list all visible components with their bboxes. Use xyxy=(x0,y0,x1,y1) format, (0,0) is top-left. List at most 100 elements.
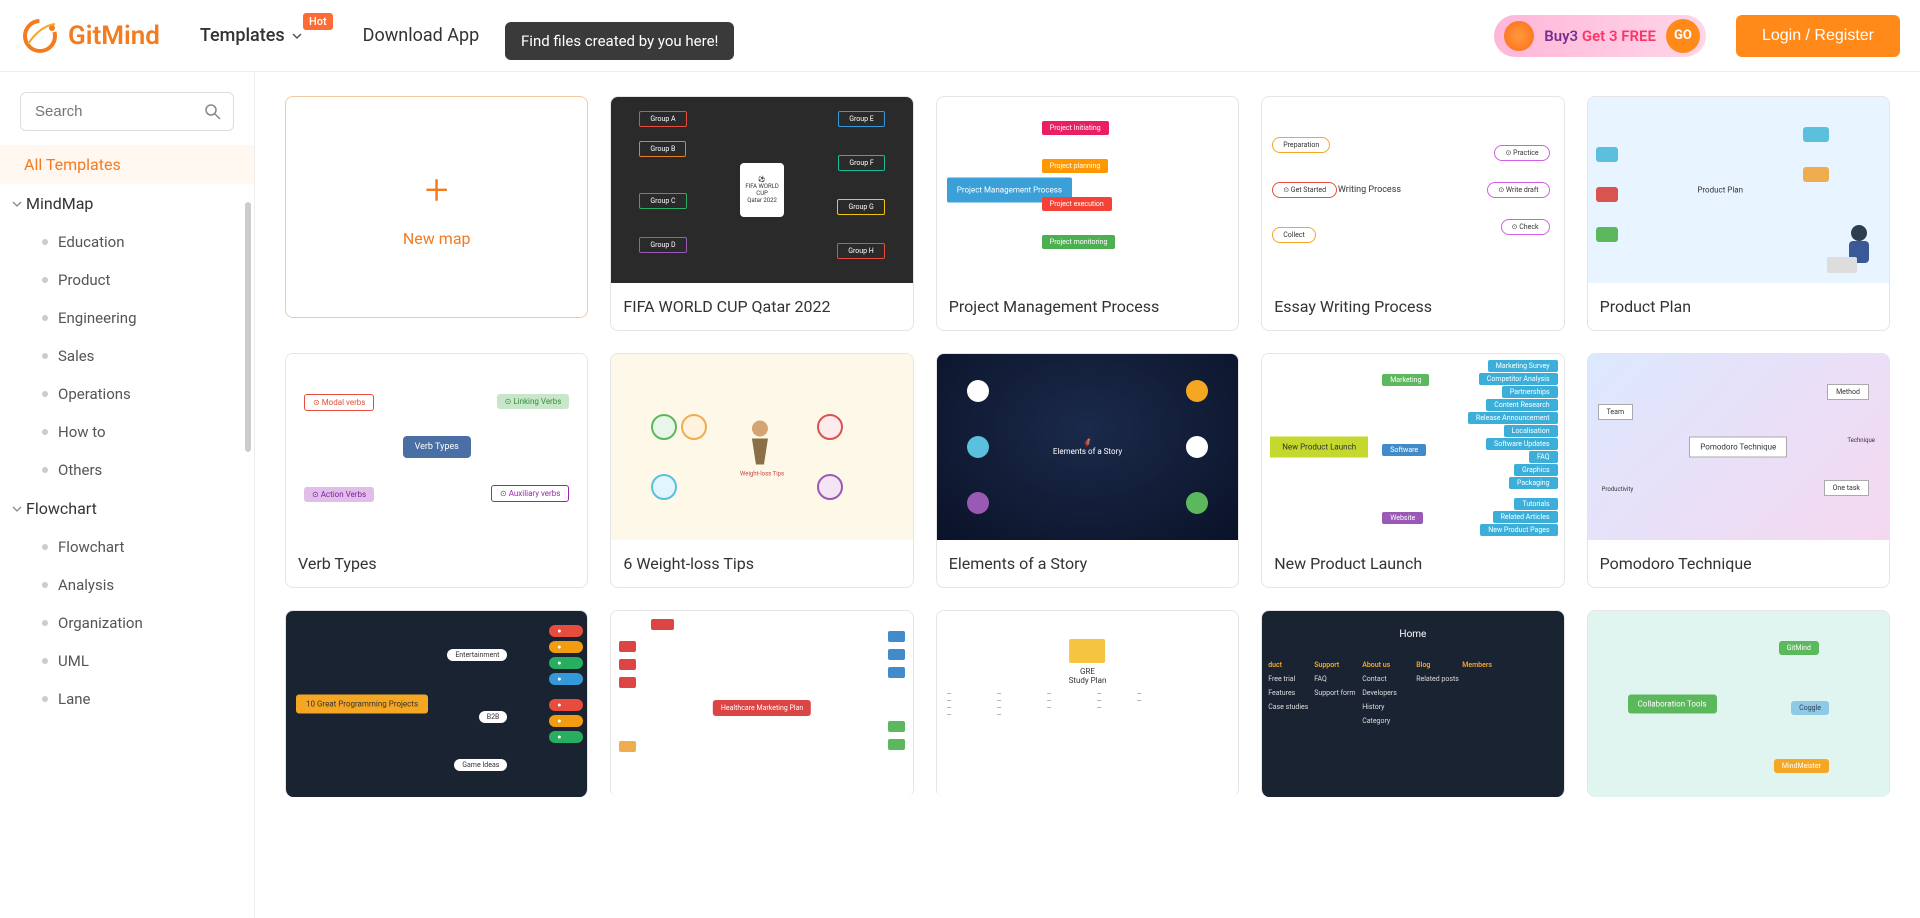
thumb-node: Software Updates xyxy=(1486,438,1558,450)
nav-download[interactable]: Download App xyxy=(363,25,480,46)
promo-banner[interactable]: Buy3 Get 3 FREE GO xyxy=(1494,15,1706,57)
thumb-node: Team xyxy=(1598,404,1634,420)
cat-group-label: MindMap xyxy=(26,194,93,213)
bullet-icon xyxy=(42,391,48,397)
template-card-pm[interactable]: Project Management Process Project Initi… xyxy=(936,96,1239,331)
template-card-gre[interactable]: GRE Study Plan ———— ———— ——— ——— —— xyxy=(936,610,1239,797)
bullet-icon xyxy=(42,620,48,626)
login-button[interactable]: Login / Register xyxy=(1736,15,1900,57)
cat-label: Analysis xyxy=(58,576,114,594)
thumb-node: Group B xyxy=(639,141,686,157)
template-card-collab[interactable]: Collaboration Tools GitMind Coggle MindM… xyxy=(1587,610,1890,797)
thumb-node: Practice xyxy=(1513,149,1539,157)
bullet-icon xyxy=(42,696,48,702)
thumb-node xyxy=(967,380,989,402)
thumb-node: Write draft xyxy=(1506,186,1539,194)
template-title: Essay Writing Process xyxy=(1262,283,1563,330)
nav-templates[interactable]: Templates Hot xyxy=(200,25,303,46)
hot-badge: Hot xyxy=(303,13,333,30)
cat-lane[interactable]: Lane xyxy=(0,680,254,718)
promo-go-button[interactable]: GO xyxy=(1666,19,1700,53)
cat-all-templates[interactable]: All Templates xyxy=(0,145,254,184)
thumb-node: GitMind xyxy=(1779,641,1819,655)
thumb-node: Partnerships xyxy=(1502,386,1558,398)
cat-label: Organization xyxy=(58,614,143,632)
thumb-node: Localisation xyxy=(1504,425,1558,437)
thumb-center: Pomodoro Technique xyxy=(1689,437,1787,458)
template-grid-area: + New map ⚽FIFA WORLD CUP Qatar 2022 Gro… xyxy=(255,72,1920,918)
cat-operations[interactable]: Operations xyxy=(0,375,254,413)
cat-howto[interactable]: How to xyxy=(0,413,254,451)
thumb-node: MindMeister xyxy=(1774,759,1829,773)
thumb-node xyxy=(1596,147,1618,162)
bullet-icon xyxy=(42,429,48,435)
thumb-node: Graphics xyxy=(1514,464,1558,476)
thumb-center: 10 Great Programming Projects xyxy=(296,695,428,714)
template-thumbnail: Collaboration Tools GitMind Coggle MindM… xyxy=(1588,611,1889,797)
thumb-node xyxy=(1803,167,1829,182)
template-thumbnail: Project Management Process Project Initi… xyxy=(937,97,1238,283)
thumb-node: Marketing xyxy=(1382,374,1429,386)
template-thumbnail: Pomodoro Technique Team Method One task … xyxy=(1588,354,1889,540)
template-card-programming[interactable]: 10 Great Programming Projects Entertainm… xyxy=(285,610,588,797)
thumb-center: Home xyxy=(1399,629,1426,640)
cat-uml[interactable]: UML xyxy=(0,642,254,680)
tooltip-find-files: Find files created by you here! xyxy=(505,22,734,60)
template-card-product-plan[interactable]: Product Plan Product Plan xyxy=(1587,96,1890,331)
thumb-node: B2B xyxy=(479,711,508,723)
template-title: Verb Types xyxy=(286,540,587,587)
cat-flowchart[interactable]: Flowchart xyxy=(0,528,254,566)
template-title: Elements of a Story xyxy=(937,540,1238,587)
template-thumbnail: 10 Great Programming Projects Entertainm… xyxy=(286,611,587,797)
thumb-node: One task xyxy=(1824,480,1869,496)
template-card-healthcare[interactable]: Healthcare Marketing Plan xyxy=(610,610,913,797)
template-thumbnail: ⚽FIFA WORLD CUP Qatar 2022 Group A Group… xyxy=(611,97,912,283)
template-card-weightloss[interactable]: Weight-loss Tips 6 Weight-loss Tips xyxy=(610,353,913,588)
bullet-icon xyxy=(42,353,48,359)
logo[interactable]: GitMind xyxy=(20,16,160,56)
thumb-node: Linking Verbs xyxy=(513,397,561,406)
template-card-home[interactable]: Home ductFree trialFeaturesCase studies … xyxy=(1261,610,1564,797)
cat-group-flowchart[interactable]: Flowchart xyxy=(0,489,254,528)
brand-name: GitMind xyxy=(68,21,160,51)
chevron-down-icon xyxy=(12,199,22,209)
thumb-node: Entertainment xyxy=(447,649,507,661)
template-card-story[interactable]: 🦸Elements of a Story Elements of a Story xyxy=(936,353,1239,588)
cat-education[interactable]: Education xyxy=(0,223,254,261)
thumb-node: Auxiliary verbs xyxy=(509,489,561,498)
cat-engineering[interactable]: Engineering xyxy=(0,299,254,337)
template-card-pomodoro[interactable]: Pomodoro Technique Team Method One task … xyxy=(1587,353,1890,588)
thumb-node: Website xyxy=(1382,512,1423,524)
thumb-center: Weight-loss Tips xyxy=(740,417,784,478)
cat-product[interactable]: Product xyxy=(0,261,254,299)
cat-label: Engineering xyxy=(58,309,137,327)
cat-sales[interactable]: Sales xyxy=(0,337,254,375)
plus-icon: + xyxy=(425,166,449,215)
thumb-node: Competitor Analysis xyxy=(1479,373,1558,385)
thumb-center: New Product Launch xyxy=(1270,437,1368,458)
thumb-label: Weight-loss Tips xyxy=(740,471,784,478)
thumb-node xyxy=(1803,127,1829,142)
thumb-node xyxy=(681,414,707,440)
cat-others[interactable]: Others xyxy=(0,451,254,489)
template-title: FIFA WORLD CUP Qatar 2022 xyxy=(611,283,912,330)
template-card-essay[interactable]: Essay Writing Process Preparation ⊙ Get … xyxy=(1261,96,1564,331)
new-map-card[interactable]: + New map xyxy=(285,96,588,318)
cat-label: How to xyxy=(58,423,106,441)
cat-group-mindmap[interactable]: MindMap xyxy=(0,184,254,223)
thumb-node xyxy=(817,474,843,500)
new-map-label: New map xyxy=(403,229,471,248)
template-card-fifa[interactable]: ⚽FIFA WORLD CUP Qatar 2022 Group A Group… xyxy=(610,96,913,331)
promo-buy: Buy3 xyxy=(1544,27,1578,45)
template-thumbnail: 🦸Elements of a Story xyxy=(937,354,1238,540)
thumb-node xyxy=(1596,187,1618,202)
thumb-node xyxy=(967,492,989,514)
cat-label: Others xyxy=(58,461,102,479)
cat-analysis[interactable]: Analysis xyxy=(0,566,254,604)
search-input[interactable] xyxy=(20,92,234,131)
template-card-verb[interactable]: Verb Types ⊙ Modal verbs ⊙ Linking Verbs… xyxy=(285,353,588,588)
template-card-npl[interactable]: New Product Launch Marketing Software We… xyxy=(1261,353,1564,588)
cat-organization[interactable]: Organization xyxy=(0,604,254,642)
bullet-icon xyxy=(42,277,48,283)
thumb-node: Content Research xyxy=(1486,399,1557,411)
